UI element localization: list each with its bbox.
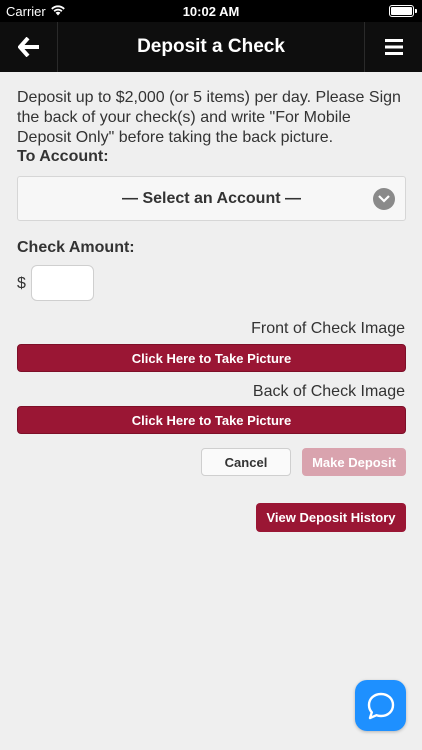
page-title: Deposit a Check	[137, 36, 285, 57]
make-deposit-button[interactable]: Make Deposit	[302, 448, 406, 476]
back-arrow-icon	[17, 37, 39, 57]
intro-text: Deposit up to $2,000 (or 5 items) per da…	[17, 89, 401, 146]
hamburger-menu-icon	[384, 39, 403, 55]
battery-icon	[389, 5, 417, 17]
status-bar: Carrier 10:02 AM	[0, 0, 422, 22]
check-amount-label: Check Amount:	[17, 239, 135, 256]
cancel-button[interactable]: Cancel	[201, 448, 291, 476]
check-amount-input[interactable]	[31, 265, 94, 301]
chevron-down-icon	[373, 188, 395, 210]
menu-button[interactable]	[364, 22, 422, 72]
account-select[interactable]: — Select an Account —	[17, 176, 406, 221]
nav-bar: Deposit a Check	[0, 22, 422, 72]
front-image-label: Front of Check Image	[251, 320, 405, 337]
account-select-value: — Select an Account —	[122, 189, 301, 207]
chat-button[interactable]	[355, 680, 406, 731]
currency-symbol: $	[17, 275, 26, 292]
to-account-label: To Account:	[17, 148, 109, 165]
deposit-form: Deposit up to $2,000 (or 5 items) per da…	[17, 88, 406, 166]
back-image-label: Back of Check Image	[252, 383, 405, 400]
back-button[interactable]	[0, 22, 58, 72]
take-front-picture-button[interactable]: Click Here to Take Picture	[17, 344, 406, 372]
take-back-picture-button[interactable]: Click Here to Take Picture	[17, 406, 406, 434]
status-time: 10:02 AM	[182, 4, 240, 19]
chat-bubble-icon	[367, 692, 394, 719]
view-deposit-history-button[interactable]: View Deposit History	[256, 503, 406, 532]
